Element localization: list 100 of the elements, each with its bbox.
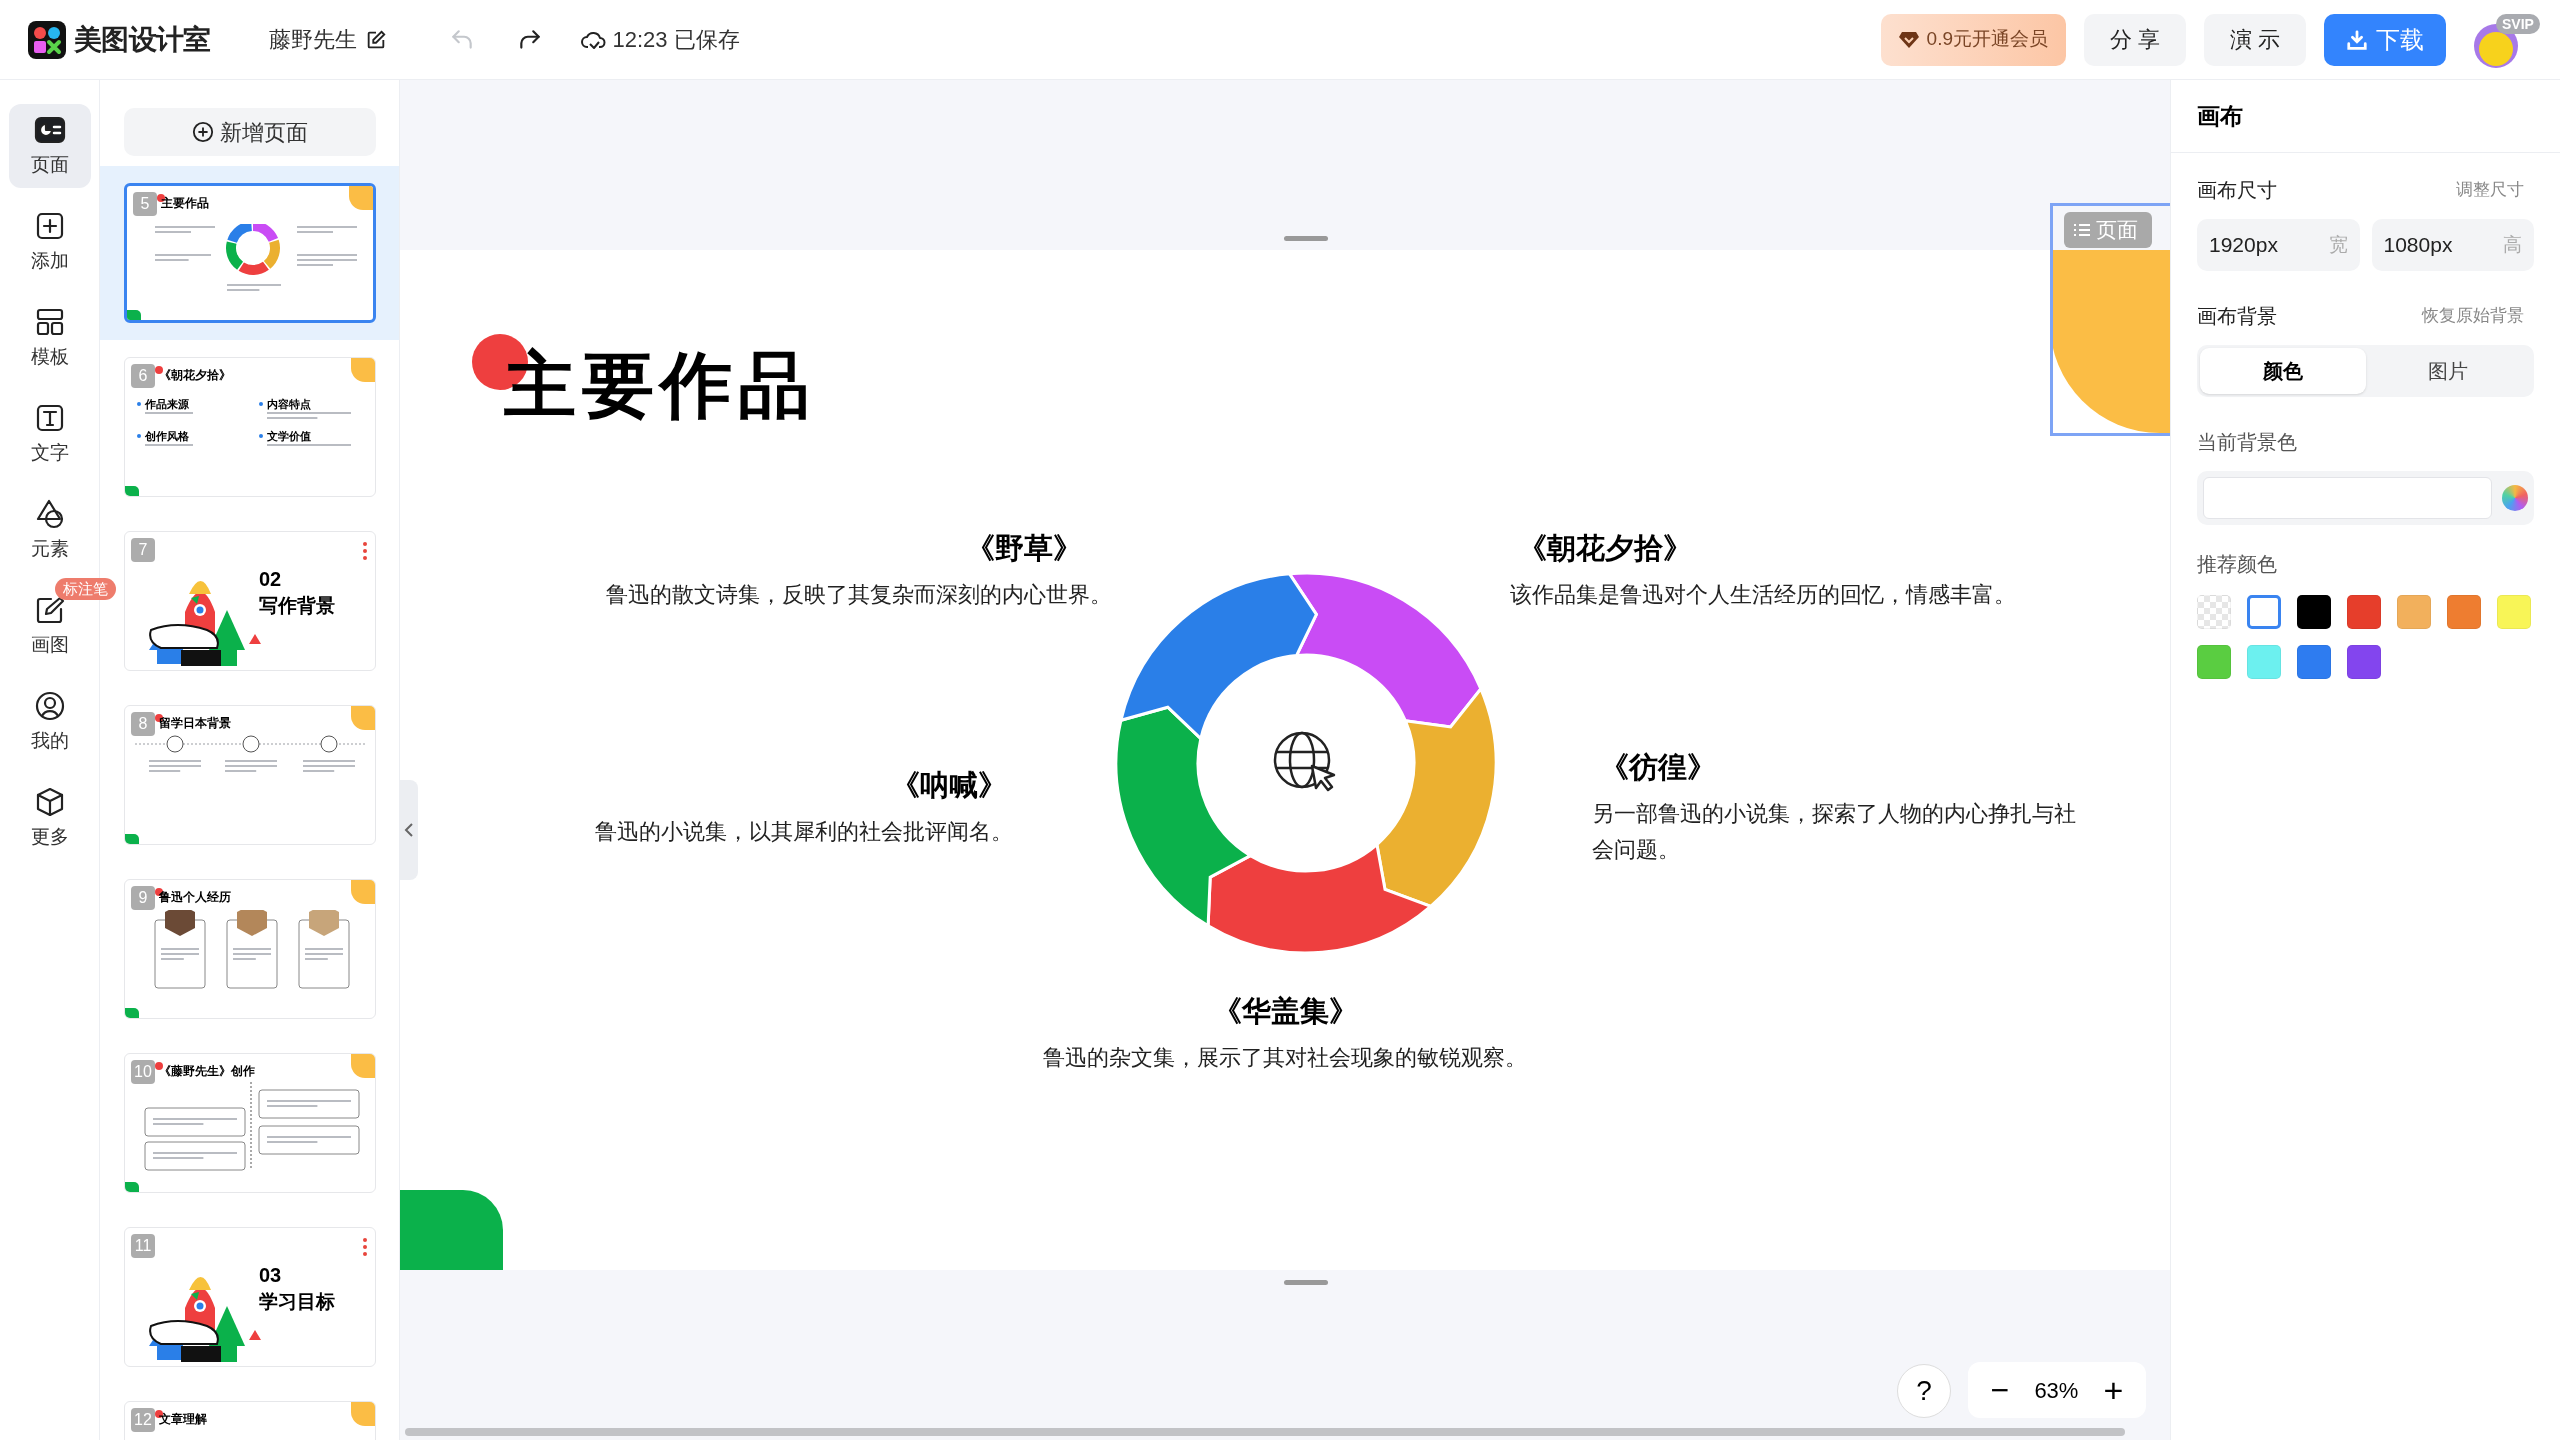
- slide-label: 创作风格: [145, 430, 189, 442]
- vip-button[interactable]: 0.9元开通会员: [1880, 13, 2066, 66]
- plus-circle-icon: [192, 121, 214, 143]
- page-thumbnail[interactable]: 10 《藤野先生》创作: [124, 1053, 376, 1193]
- work-description[interactable]: 鲁迅的散文诗集，反映了其复杂而深刻的内心世界。: [606, 577, 1112, 613]
- color-wheel-icon[interactable]: [2502, 485, 2528, 511]
- work-title[interactable]: 《野草》: [966, 529, 1082, 567]
- page-number: 11: [131, 1234, 155, 1258]
- width-field[interactable]: 1920px 宽: [2197, 219, 2360, 271]
- download-button[interactable]: 下载: [2324, 13, 2446, 66]
- toolbar-button[interactable]: 演 示: [2204, 13, 2306, 66]
- rail-badge: 标注笔: [54, 578, 116, 600]
- corner-shape: [351, 706, 375, 730]
- app-name: 美图设计室: [74, 22, 211, 57]
- resize-handle[interactable]: [1284, 236, 1328, 241]
- chevron-left-icon: [404, 822, 414, 838]
- corner-shape: [351, 358, 375, 382]
- corner-shape: [127, 310, 141, 320]
- collapse-tab[interactable]: [400, 780, 418, 880]
- slide-title: 留学日本背景: [159, 715, 231, 732]
- slide-title: 《藤野先生》创作: [159, 1063, 255, 1080]
- diamond-icon: [1898, 30, 1919, 49]
- slide-label: 文学价值: [267, 430, 311, 442]
- work-description[interactable]: 鲁迅的杂文集，展示了其对社会现象的敏锐观察。: [1043, 1040, 1527, 1076]
- more-icon[interactable]: [363, 1238, 367, 1256]
- slide-label: 作品来源: [145, 398, 189, 410]
- work-description[interactable]: 另一部鲁迅的小说集，探索了人物的内心挣扎与社会问题。: [1592, 796, 2092, 868]
- page-thumbnail[interactable]: 8 留学日本背景: [124, 705, 376, 845]
- svip-badge: SVIP: [2496, 13, 2540, 34]
- slide-canvas[interactable]: 主要作品 《野草》 鲁迅的散文诗集，反映了其复杂而深刻的内心世界。 《朝花夕拾》 该作品集是鲁迅对个人生活经历的回忆，情感丰富。 《呐喊》 鲁迅的小说集，以其犀利的社会批评闻名。 《彷徨》 另一部鲁迅的小说集，探索了人物的内心挣扎与社会问题。 《华盖集》 鲁迅的杂文集，展示了其对社会现象的敏锐观察。: [400, 250, 2170, 1270]
- slide-title[interactable]: 主要作品: [504, 342, 816, 428]
- corner-shape: [125, 1008, 139, 1018]
- toolbar-button[interactable]: 分 享: [2084, 13, 2186, 66]
- page-thumbnail[interactable]: 11 03 学习目标: [124, 1227, 376, 1367]
- zoom-out-button[interactable]: −: [1990, 1374, 2010, 1406]
- zoom-in-button[interactable]: +: [2103, 1373, 2124, 1407]
- restore-link[interactable]: 恢复原始背景: [2422, 303, 2524, 329]
- page-thumbnail[interactable]: 7 02 写作背景: [124, 531, 376, 671]
- work-title[interactable]: 《彷徨》: [1600, 748, 1716, 786]
- slide-label: 内容特点: [267, 398, 311, 410]
- more-icon[interactable]: [363, 542, 367, 560]
- page-thumbnail[interactable]: 12 文章理解: [124, 1401, 376, 1440]
- slide-title: 文章理解: [159, 1411, 207, 1428]
- work-title[interactable]: 《朝花夕拾》: [1518, 529, 1692, 567]
- corner-shape: [125, 1182, 139, 1192]
- section-label: 画布背景: [2197, 304, 2277, 329]
- section-title: 学习目标: [259, 1290, 335, 1314]
- panel-title: 画布: [2197, 101, 2243, 131]
- color-swatch[interactable]: [2247, 595, 2281, 629]
- rail-item[interactable]: 页面: [8, 104, 91, 188]
- rail-item[interactable]: 更多: [8, 776, 91, 860]
- work-description[interactable]: 鲁迅的小说集，以其犀利的社会批评闻名。: [595, 814, 1013, 850]
- height-field[interactable]: 1080px 高: [2371, 219, 2534, 271]
- page-number: 9: [131, 886, 155, 910]
- section-number: 02: [259, 567, 282, 592]
- page-number: 7: [131, 538, 155, 562]
- document-title[interactable]: 藤野先生: [268, 23, 387, 56]
- page-number: 8: [131, 712, 155, 736]
- corner-shape: [349, 186, 373, 210]
- slide-title: 《朝花夕拾》: [159, 367, 231, 384]
- page-number: 5: [133, 192, 157, 216]
- horizontal-scrollbar[interactable]: [405, 1428, 2125, 1436]
- add-page-button[interactable]: 新增页面: [124, 108, 376, 156]
- rail-item[interactable]: 文字: [8, 392, 91, 476]
- section-title: 写作背景: [259, 594, 335, 618]
- page-number: 10: [131, 1060, 155, 1084]
- download-icon: [2346, 28, 2368, 51]
- page-number: 6: [131, 364, 155, 388]
- section-label: 推荐颜色: [2197, 552, 2278, 577]
- work-title[interactable]: 《呐喊》: [891, 766, 1007, 804]
- list-icon: [2074, 223, 2090, 237]
- rail-item[interactable]: 我的: [8, 680, 91, 764]
- page-thumbnail[interactable]: 5 主要作品: [124, 183, 376, 323]
- corner-shape[interactable]: [400, 1190, 503, 1270]
- resize-handle[interactable]: [1284, 1280, 1328, 1285]
- transparent-swatch[interactable]: [2197, 595, 2231, 629]
- segment-tab[interactable]: 颜色: [2200, 348, 2366, 394]
- segment-tab[interactable]: 图片: [2365, 348, 2531, 394]
- corner-shape: [351, 1402, 375, 1426]
- section-label: 当前背景色: [2197, 430, 2298, 455]
- page-number: 12: [131, 1408, 155, 1432]
- slide-title: 鲁迅个人经历: [159, 889, 231, 906]
- color-input[interactable]: [2203, 477, 2492, 519]
- save-status: 12:23 已保存: [612, 26, 740, 54]
- section-label: 画布尺寸: [2197, 178, 2277, 203]
- work-description[interactable]: 该作品集是鲁迅对个人生活经历的回忆，情感丰富。: [1510, 577, 2016, 613]
- work-title[interactable]: 《华盖集》: [1212, 992, 1358, 1030]
- corner-shape[interactable]: [2050, 250, 2170, 433]
- corner-shape: [351, 1054, 375, 1078]
- app-logo-icon: [28, 20, 66, 59]
- corner-shape: [351, 880, 375, 904]
- page-thumbnail[interactable]: 9 鲁迅个人经历: [124, 879, 376, 1019]
- resize-link[interactable]: 调整尺寸: [2456, 177, 2524, 203]
- slide-title: 主要作品: [161, 195, 209, 212]
- help-button[interactable]: ?: [1897, 1364, 1951, 1418]
- rail-item[interactable]: 添加: [8, 200, 91, 284]
- rail-item[interactable]: 元素: [8, 488, 91, 572]
- page-thumbnail[interactable]: 6 《朝花夕拾》 作品来源 内容特点 创作风格 文学价值: [124, 357, 376, 497]
- rail-item[interactable]: 模板: [8, 296, 91, 380]
- zoom-level: 63%: [2034, 1376, 2079, 1405]
